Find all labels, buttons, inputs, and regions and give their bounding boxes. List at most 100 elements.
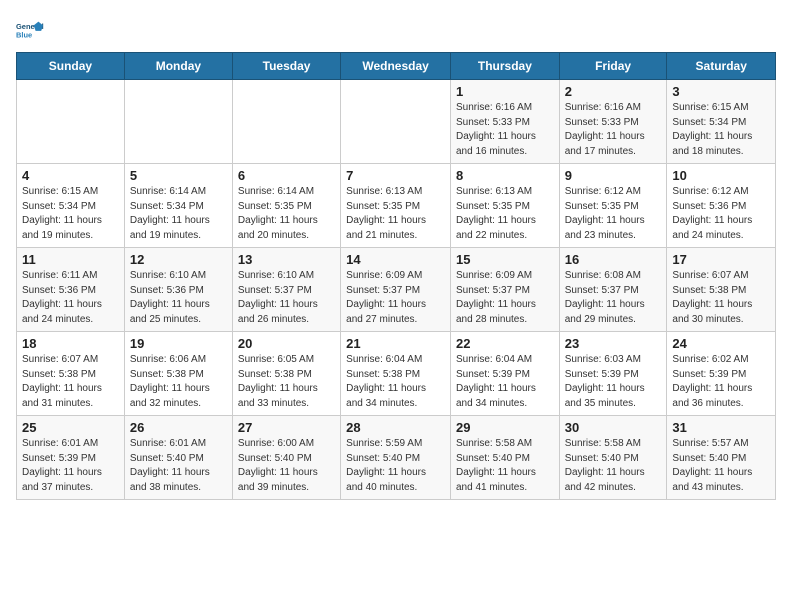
calendar-cell	[17, 80, 125, 164]
calendar-cell: 31 Sunrise: 5:57 AM Sunset: 5:40 PM Dayli…	[667, 416, 776, 500]
calendar-cell: 22 Sunrise: 6:04 AM Sunset: 5:39 PM Dayli…	[450, 332, 559, 416]
calendar-cell: 29 Sunrise: 5:58 AM Sunset: 5:40 PM Dayli…	[450, 416, 559, 500]
day-info: Sunrise: 6:01 AM Sunset: 5:39 PM Dayligh…	[22, 437, 119, 495]
calendar-cell: 7Sunrise: 6:13 AM Sunset: 5:35 PM Daylig…	[341, 164, 451, 248]
day-number: 13	[238, 252, 335, 267]
calendar-cell: 5 Sunrise: 6:14 AM Sunset: 5:34 PM Daylig…	[124, 164, 232, 248]
calendar-week-row: 1 Sunrise: 6:16 AM Sunset: 5:33 PM Daylig…	[17, 80, 776, 164]
day-info: Sunrise: 6:09 AM Sunset: 5:37 PM Dayligh…	[456, 269, 554, 327]
day-info: Sunrise: 5:58 AM Sunset: 5:40 PM Dayligh…	[456, 437, 554, 495]
calendar-cell: 12 Sunrise: 6:10 AM Sunset: 5:36 PM Dayli…	[124, 248, 232, 332]
day-number: 6	[238, 168, 335, 183]
day-number: 11	[22, 252, 119, 267]
day-info: Sunrise: 6:16 AM Sunset: 5:33 PM Dayligh…	[565, 101, 662, 159]
day-number: 18	[22, 336, 119, 351]
day-number: 2	[565, 84, 662, 99]
calendar-cell: 16 Sunrise: 6:08 AM Sunset: 5:37 PM Dayli…	[559, 248, 667, 332]
page-header: GeneralBlue	[16, 16, 776, 44]
day-number: 31	[672, 420, 770, 435]
calendar-cell: 9Sunrise: 6:12 AM Sunset: 5:35 PM Daylig…	[559, 164, 667, 248]
logo: GeneralBlue	[16, 16, 44, 44]
day-number: 28	[346, 420, 445, 435]
calendar-week-row: 11 Sunrise: 6:11 AM Sunset: 5:36 PM Dayli…	[17, 248, 776, 332]
day-number: 30	[565, 420, 662, 435]
day-info: Sunrise: 6:16 AM Sunset: 5:33 PM Dayligh…	[456, 101, 554, 159]
calendar-cell: 20 Sunrise: 6:05 AM Sunset: 5:38 PM Dayli…	[232, 332, 340, 416]
day-info: Sunrise: 6:15 AM Sunset: 5:34 PM Dayligh…	[22, 185, 119, 243]
calendar-cell: 27 Sunrise: 6:00 AM Sunset: 5:40 PM Dayli…	[232, 416, 340, 500]
day-number: 14	[346, 252, 445, 267]
calendar-cell: 2 Sunrise: 6:16 AM Sunset: 5:33 PM Daylig…	[559, 80, 667, 164]
day-number: 26	[130, 420, 227, 435]
day-number: 21	[346, 336, 445, 351]
day-info: Sunrise: 6:04 AM Sunset: 5:38 PM Dayligh…	[346, 353, 445, 411]
calendar-cell: 14 Sunrise: 6:09 AM Sunset: 5:37 PM Dayli…	[341, 248, 451, 332]
day-number: 7	[346, 168, 445, 183]
day-info: Sunrise: 6:08 AM Sunset: 5:37 PM Dayligh…	[565, 269, 662, 327]
day-number: 25	[22, 420, 119, 435]
day-info: Sunrise: 6:05 AM Sunset: 5:38 PM Dayligh…	[238, 353, 335, 411]
header-day-friday: Friday	[559, 53, 667, 80]
day-info: Sunrise: 5:57 AM Sunset: 5:40 PM Dayligh…	[672, 437, 770, 495]
calendar-cell: 8Sunrise: 6:13 AM Sunset: 5:35 PM Daylig…	[450, 164, 559, 248]
calendar-cell: 6 Sunrise: 6:14 AM Sunset: 5:35 PM Daylig…	[232, 164, 340, 248]
day-info: Sunrise: 6:11 AM Sunset: 5:36 PM Dayligh…	[22, 269, 119, 327]
svg-text:Blue: Blue	[16, 30, 32, 39]
header-day-wednesday: Wednesday	[341, 53, 451, 80]
calendar-cell: 21 Sunrise: 6:04 AM Sunset: 5:38 PM Dayli…	[341, 332, 451, 416]
calendar-cell: 25 Sunrise: 6:01 AM Sunset: 5:39 PM Dayli…	[17, 416, 125, 500]
day-number: 20	[238, 336, 335, 351]
day-info: Sunrise: 6:10 AM Sunset: 5:36 PM Dayligh…	[130, 269, 227, 327]
calendar-week-row: 4 Sunrise: 6:15 AM Sunset: 5:34 PM Daylig…	[17, 164, 776, 248]
day-info: Sunrise: 6:01 AM Sunset: 5:40 PM Dayligh…	[130, 437, 227, 495]
day-info: Sunrise: 6:14 AM Sunset: 5:34 PM Dayligh…	[130, 185, 227, 243]
calendar-cell	[341, 80, 451, 164]
calendar-cell: 26 Sunrise: 6:01 AM Sunset: 5:40 PM Dayli…	[124, 416, 232, 500]
day-number: 15	[456, 252, 554, 267]
day-number: 1	[456, 84, 554, 99]
header-day-sunday: Sunday	[17, 53, 125, 80]
calendar-cell	[124, 80, 232, 164]
day-number: 10	[672, 168, 770, 183]
day-number: 12	[130, 252, 227, 267]
calendar-cell: 11 Sunrise: 6:11 AM Sunset: 5:36 PM Dayli…	[17, 248, 125, 332]
day-number: 9	[565, 168, 662, 183]
calendar-cell: 24Sunrise: 6:02 AM Sunset: 5:39 PM Dayli…	[667, 332, 776, 416]
header-day-saturday: Saturday	[667, 53, 776, 80]
calendar-cell: 30 Sunrise: 5:58 AM Sunset: 5:40 PM Dayli…	[559, 416, 667, 500]
calendar-cell: 13 Sunrise: 6:10 AM Sunset: 5:37 PM Dayli…	[232, 248, 340, 332]
day-info: Sunrise: 6:14 AM Sunset: 5:35 PM Dayligh…	[238, 185, 335, 243]
day-number: 16	[565, 252, 662, 267]
day-info: Sunrise: 5:58 AM Sunset: 5:40 PM Dayligh…	[565, 437, 662, 495]
day-info: Sunrise: 6:13 AM Sunset: 5:35 PM Dayligh…	[456, 185, 554, 243]
day-info: Sunrise: 6:07 AM Sunset: 5:38 PM Dayligh…	[672, 269, 770, 327]
calendar-cell: 15 Sunrise: 6:09 AM Sunset: 5:37 PM Dayli…	[450, 248, 559, 332]
calendar-cell	[232, 80, 340, 164]
day-number: 29	[456, 420, 554, 435]
header-day-thursday: Thursday	[450, 53, 559, 80]
day-info: Sunrise: 6:12 AM Sunset: 5:36 PM Dayligh…	[672, 185, 770, 243]
day-number: 3	[672, 84, 770, 99]
calendar-cell: 1 Sunrise: 6:16 AM Sunset: 5:33 PM Daylig…	[450, 80, 559, 164]
calendar-cell: 19Sunrise: 6:06 AM Sunset: 5:38 PM Dayli…	[124, 332, 232, 416]
calendar-week-row: 18Sunrise: 6:07 AM Sunset: 5:38 PM Dayli…	[17, 332, 776, 416]
day-info: Sunrise: 6:03 AM Sunset: 5:39 PM Dayligh…	[565, 353, 662, 411]
day-number: 22	[456, 336, 554, 351]
day-number: 23	[565, 336, 662, 351]
day-info: Sunrise: 6:00 AM Sunset: 5:40 PM Dayligh…	[238, 437, 335, 495]
day-info: Sunrise: 6:09 AM Sunset: 5:37 PM Dayligh…	[346, 269, 445, 327]
calendar-table: SundayMondayTuesdayWednesdayThursdayFrid…	[16, 52, 776, 500]
day-number: 5	[130, 168, 227, 183]
day-number: 4	[22, 168, 119, 183]
header-day-tuesday: Tuesday	[232, 53, 340, 80]
day-info: Sunrise: 6:04 AM Sunset: 5:39 PM Dayligh…	[456, 353, 554, 411]
day-info: Sunrise: 6:10 AM Sunset: 5:37 PM Dayligh…	[238, 269, 335, 327]
calendar-cell: 4 Sunrise: 6:15 AM Sunset: 5:34 PM Daylig…	[17, 164, 125, 248]
day-number: 27	[238, 420, 335, 435]
calendar-cell: 23 Sunrise: 6:03 AM Sunset: 5:39 PM Dayli…	[559, 332, 667, 416]
day-number: 19	[130, 336, 227, 351]
day-info: Sunrise: 6:15 AM Sunset: 5:34 PM Dayligh…	[672, 101, 770, 159]
day-number: 24	[672, 336, 770, 351]
calendar-cell: 3 Sunrise: 6:15 AM Sunset: 5:34 PM Daylig…	[667, 80, 776, 164]
calendar-week-row: 25 Sunrise: 6:01 AM Sunset: 5:39 PM Dayli…	[17, 416, 776, 500]
